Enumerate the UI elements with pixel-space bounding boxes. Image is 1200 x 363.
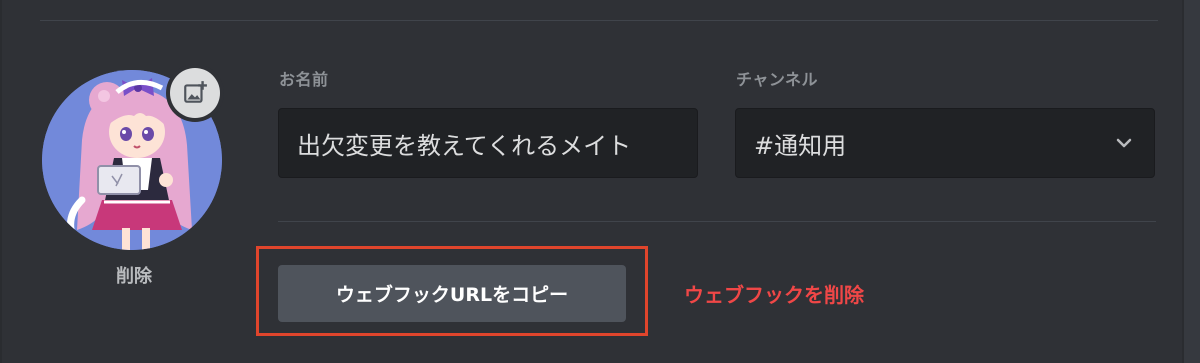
avatar-section (42, 68, 222, 250)
chevron-down-icon (1112, 131, 1136, 155)
channel-selected-value: #通知用 (754, 131, 847, 160)
panel-border-left (0, 0, 2, 363)
upload-avatar-button[interactable] (170, 68, 220, 118)
channel-label: チャンネル (736, 70, 819, 89)
channel-select[interactable]: #通知用 (735, 108, 1155, 178)
copy-webhook-url-button[interactable]: ウェブフックURLをコピー (278, 265, 626, 322)
name-label: お名前 (279, 70, 329, 89)
delete-webhook-link[interactable]: ウェブフックを削除 (684, 279, 864, 308)
image-plus-icon (184, 81, 207, 103)
top-divider (40, 20, 1158, 21)
webhook-settings-panel: 削除 お名前 チャンネル #通知用 ウェブフックURLをコピー ウェブフックを削… (0, 0, 1184, 363)
panel-border-right (1182, 0, 1184, 363)
section-divider (278, 221, 1156, 222)
webhook-name-input[interactable] (278, 108, 698, 178)
remove-avatar-link[interactable]: 削除 (104, 262, 164, 288)
